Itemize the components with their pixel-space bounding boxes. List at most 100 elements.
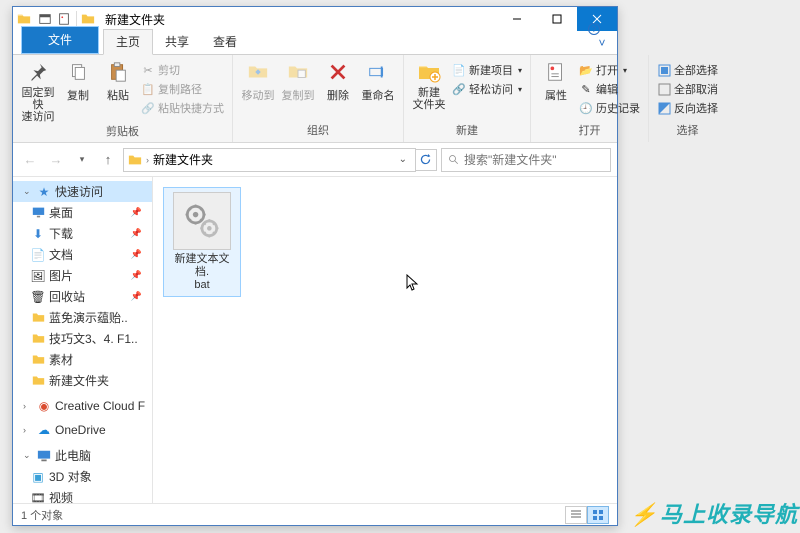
sidebar[interactable]: ⌄★快速访问 桌面📌 ⬇下载📌 📄文档📌 🖼图片📌 🗑回收站📌 蓝免演示蕴贻..… bbox=[13, 177, 153, 503]
qa-props-icon[interactable] bbox=[56, 11, 72, 27]
select-all-button[interactable]: 全部选择 bbox=[655, 61, 720, 79]
tab-home[interactable]: 主页 bbox=[103, 29, 153, 55]
ribbon-group-clipboard: 固定到快 速访问 复制 粘贴 ✂剪切 📋复制路径 🔗粘贴快捷方式 剪贴板 bbox=[13, 55, 233, 142]
paste-button[interactable]: 粘贴 bbox=[99, 59, 137, 103]
nav-back-button[interactable]: ← bbox=[19, 149, 41, 171]
copypath-icon: 📋 bbox=[141, 82, 155, 96]
sidebar-item[interactable]: 蓝免演示蕴贻.. bbox=[13, 307, 152, 328]
search-box[interactable] bbox=[441, 148, 611, 172]
pin-icon: 📌 bbox=[131, 207, 146, 218]
sidebar-this-pc[interactable]: ⌄此电脑 bbox=[13, 445, 152, 466]
sidebar-quick-access[interactable]: ⌄★快速访问 bbox=[13, 181, 152, 202]
rename-icon bbox=[365, 59, 391, 85]
history-button[interactable]: 🕘历史记录 bbox=[577, 99, 642, 117]
history-icon: 🕘 bbox=[579, 101, 593, 115]
address-bar[interactable]: › 新建文件夹 ⌄ bbox=[123, 148, 416, 172]
copy-icon bbox=[65, 59, 91, 85]
newitem-icon: 📄 bbox=[452, 63, 466, 77]
ribbon: 固定到快 速访问 复制 粘贴 ✂剪切 📋复制路径 🔗粘贴快捷方式 剪贴板 bbox=[13, 55, 617, 143]
window-title: 新建文件夹 bbox=[105, 11, 165, 28]
chevron-right-icon[interactable]: › bbox=[146, 155, 149, 165]
new-item-button[interactable]: 📄新建项目▾ bbox=[450, 61, 524, 79]
copy-to-button[interactable]: 复制到 bbox=[279, 59, 317, 103]
delete-icon bbox=[325, 59, 351, 85]
easy-access-button[interactable]: 🔗轻松访问▾ bbox=[450, 80, 524, 98]
refresh-button[interactable] bbox=[415, 149, 437, 171]
tab-file[interactable]: 文件 bbox=[21, 26, 99, 54]
nav-forward-button[interactable]: → bbox=[45, 149, 67, 171]
paste-label: 粘贴 bbox=[107, 87, 129, 103]
sidebar-onedrive[interactable]: ›☁OneDrive bbox=[13, 421, 152, 439]
tab-share[interactable]: 共享 bbox=[153, 30, 201, 54]
paste-shortcut-button[interactable]: 🔗粘贴快捷方式 bbox=[139, 99, 226, 117]
sidebar-3d-objects[interactable]: ▣3D 对象 bbox=[13, 466, 152, 487]
videos-icon: 🎞 bbox=[31, 491, 45, 504]
sidebar-item[interactable]: 素材 bbox=[13, 349, 152, 370]
chevron-right-icon[interactable]: › bbox=[23, 401, 33, 411]
selectall-icon bbox=[657, 63, 671, 77]
sidebar-item[interactable]: 新建文件夹 bbox=[13, 370, 152, 391]
file-item[interactable]: 新建文本文档. bat bbox=[163, 187, 241, 297]
pin-label: 固定到快 速访问 bbox=[19, 87, 57, 123]
icons-view-button[interactable] bbox=[587, 506, 609, 524]
minimize-button[interactable] bbox=[497, 7, 537, 31]
file-pane[interactable]: 新建文本文档. bat bbox=[153, 177, 617, 503]
ribbon-group-select: 全部选择 全部取消 反向选择 选择 bbox=[649, 55, 726, 142]
open-icon: 📂 bbox=[579, 63, 593, 77]
ribbon-group-organize: 移动到 复制到 删除 重命名 组织 bbox=[233, 55, 404, 142]
breadcrumb[interactable]: 新建文件夹 bbox=[153, 151, 213, 168]
pictures-icon: 🖼 bbox=[31, 269, 45, 283]
maximize-button[interactable] bbox=[537, 7, 577, 31]
cut-button[interactable]: ✂剪切 bbox=[139, 61, 226, 79]
rename-button[interactable]: 重命名 bbox=[359, 59, 397, 103]
copy-path-button[interactable]: 📋复制路径 bbox=[139, 80, 226, 98]
recycle-icon: 🗑 bbox=[31, 290, 45, 304]
navbar: ← → ▾ ↑ › 新建文件夹 ⌄ bbox=[13, 143, 617, 177]
chevron-right-icon[interactable]: › bbox=[23, 425, 33, 435]
open-button[interactable]: 📂打开▾ bbox=[577, 61, 642, 79]
group-label: 剪贴板 bbox=[106, 123, 139, 141]
chevron-down-icon[interactable]: ⌄ bbox=[23, 186, 33, 197]
folder-icon bbox=[128, 153, 142, 167]
edit-button[interactable]: ✎编辑 bbox=[577, 80, 642, 98]
sidebar-documents[interactable]: 📄文档📌 bbox=[13, 244, 152, 265]
sidebar-videos[interactable]: 🎞视频 bbox=[13, 487, 152, 503]
move-to-button[interactable]: 移动到 bbox=[239, 59, 277, 103]
ribbon-group-new: 新建 文件夹 📄新建项目▾ 🔗轻松访问▾ 新建 bbox=[404, 55, 531, 142]
newfolder-icon bbox=[416, 59, 442, 85]
shortcut-icon: 🔗 bbox=[141, 101, 155, 115]
chevron-down-icon[interactable]: ⌄ bbox=[23, 450, 33, 461]
paste-icon bbox=[105, 59, 131, 85]
nav-recent-button[interactable]: ▾ bbox=[71, 149, 93, 171]
help-button[interactable]: ? ˅ bbox=[587, 22, 617, 54]
ribbon-tabs: 文件 主页 共享 查看 ? ˅ bbox=[13, 31, 617, 55]
search-input[interactable] bbox=[464, 153, 604, 167]
sidebar-item[interactable]: 技巧文3、4. F1.. bbox=[13, 328, 152, 349]
sidebar-desktop[interactable]: 桌面📌 bbox=[13, 202, 152, 223]
nav-up-button[interactable]: ↑ bbox=[97, 149, 119, 171]
lightning-icon: ⚡ bbox=[630, 502, 658, 527]
address-dropdown-button[interactable]: ⌄ bbox=[395, 154, 411, 165]
delete-button[interactable]: 删除 bbox=[319, 59, 357, 103]
details-view-button[interactable] bbox=[565, 506, 587, 524]
thispc-icon bbox=[37, 449, 51, 463]
sidebar-pictures[interactable]: 🖼图片📌 bbox=[13, 265, 152, 286]
pin-icon: 📌 bbox=[131, 291, 146, 302]
sidebar-creative-cloud[interactable]: ›◉Creative Cloud F bbox=[13, 397, 152, 415]
objects3d-icon: ▣ bbox=[31, 470, 45, 484]
copy-button[interactable]: 复制 bbox=[59, 59, 97, 103]
select-none-button[interactable]: 全部取消 bbox=[655, 80, 720, 98]
invert-selection-button[interactable]: 反向选择 bbox=[655, 99, 720, 117]
window-body: ⌄★快速访问 桌面📌 ⬇下载📌 📄文档📌 🖼图片📌 🗑回收站📌 蓝免演示蕴贻..… bbox=[13, 177, 617, 503]
pin-to-quick-access-button[interactable]: 固定到快 速访问 bbox=[19, 59, 57, 123]
qa-open-icon[interactable] bbox=[37, 11, 53, 27]
new-folder-button[interactable]: 新建 文件夹 bbox=[410, 59, 448, 111]
onedrive-icon: ☁ bbox=[37, 423, 51, 437]
sidebar-recycle[interactable]: 🗑回收站📌 bbox=[13, 286, 152, 307]
item-count: 1 个对象 bbox=[21, 507, 63, 523]
properties-button[interactable]: 属性 bbox=[537, 59, 575, 103]
sidebar-downloads[interactable]: ⬇下载📌 bbox=[13, 223, 152, 244]
tab-view[interactable]: 查看 bbox=[201, 30, 249, 54]
pin-icon: 📌 bbox=[131, 228, 146, 239]
invert-icon bbox=[657, 101, 671, 115]
